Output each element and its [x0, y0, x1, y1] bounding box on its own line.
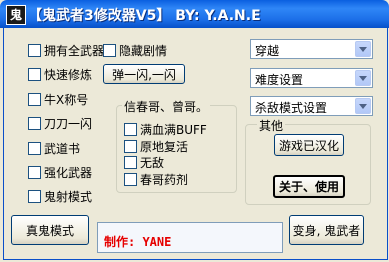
checkbox-invincible[interactable]: 无敌 — [124, 154, 164, 170]
chevron-down-icon[interactable] — [355, 70, 371, 86]
checkbox-box[interactable] — [124, 155, 137, 169]
kill-mode-select[interactable]: 杀敌模式设置 — [250, 96, 373, 116]
select-value: 难度设置 — [255, 73, 304, 87]
checkbox-martial-book[interactable]: 武道书 — [28, 140, 80, 156]
checkbox-all-weapons[interactable]: 拥有全武器 — [28, 42, 104, 58]
checkbox-strong-weapon[interactable]: 强化武器 — [28, 164, 92, 180]
checkbox-label: 拥有全武器 — [44, 43, 105, 58]
checkbox-revive[interactable]: 原地复活 — [124, 138, 188, 154]
checkbox-box[interactable] — [28, 92, 41, 106]
checkbox-label: 武道书 — [44, 141, 81, 156]
transform-button[interactable]: 变身, 鬼武者 — [289, 215, 364, 245]
title-bar: 鬼 【鬼武者3修改器V5】 BY: Y.A.N.E — [0, 0, 389, 28]
checkbox-box[interactable] — [103, 43, 116, 57]
checkbox-label: 春哥药剂 — [140, 172, 189, 187]
select-value: 杀敌模式设置 — [255, 101, 328, 115]
checkbox-hide-story[interactable]: 隐藏剧情 — [103, 42, 167, 58]
checkbox-label: 快速修炼 — [44, 67, 93, 82]
checkbox-box[interactable] — [28, 165, 41, 179]
checkbox-ghost-mode[interactable]: 鬼射模式 — [28, 188, 92, 204]
checkbox-ox-title[interactable]: 牛X称号 — [28, 91, 88, 107]
checkbox-blade[interactable]: 刀刀一闪 — [28, 115, 92, 131]
checkbox-label: 原地复活 — [140, 139, 189, 154]
checkbox-label: 牛X称号 — [44, 92, 89, 107]
select-value: 穿越 — [255, 44, 280, 58]
window-title: 【鬼武者3修改器V5】 BY: Y.A.N.E — [28, 8, 261, 24]
checkbox-label: 鬼射模式 — [44, 189, 93, 204]
checkbox-box[interactable] — [28, 67, 41, 81]
checkbox-label: 强化武器 — [44, 165, 93, 180]
checkbox-box[interactable] — [28, 43, 41, 57]
flash-button[interactable]: 弹一闪,一闪 — [103, 64, 185, 84]
checkbox-box[interactable] — [28, 189, 41, 203]
app-icon: 鬼 — [6, 5, 26, 25]
other-group-label: 其他 — [257, 117, 286, 134]
difficulty-select[interactable]: 难度设置 — [250, 68, 373, 88]
checkbox-box[interactable] — [124, 172, 137, 186]
xinge-group-label: 信春哥、曾哥。 — [122, 98, 211, 115]
checkbox-full-hp-buff[interactable]: 满血满BUFF — [124, 121, 207, 137]
chevron-down-icon[interactable] — [355, 98, 371, 114]
checkbox-label: 刀刀一闪 — [44, 116, 93, 131]
checkbox-label: 隐藏剧情 — [119, 43, 168, 58]
checkbox-box[interactable] — [124, 122, 137, 136]
true-ghost-button[interactable]: 真鬼模式 — [11, 215, 89, 245]
checkbox-box[interactable] — [28, 141, 41, 155]
checkbox-label: 无敌 — [140, 155, 165, 170]
checkbox-label: 满血满BUFF — [140, 122, 207, 137]
chinese-button[interactable]: 游戏已汉化 — [274, 134, 344, 156]
chevron-down-icon[interactable] — [355, 41, 371, 57]
checkbox-box[interactable] — [28, 116, 41, 130]
about-button[interactable]: 关于、使用 — [273, 175, 345, 198]
checkbox-potion[interactable]: 春哥药剂 — [124, 171, 188, 187]
checkbox-fast-train[interactable]: 快速修炼 — [28, 66, 92, 82]
author-label: 制作: YANE — [104, 235, 172, 249]
checkbox-box[interactable] — [124, 139, 137, 153]
author-box: 制作: YANE — [97, 222, 283, 253]
travel-select[interactable]: 穿越 — [250, 39, 373, 59]
